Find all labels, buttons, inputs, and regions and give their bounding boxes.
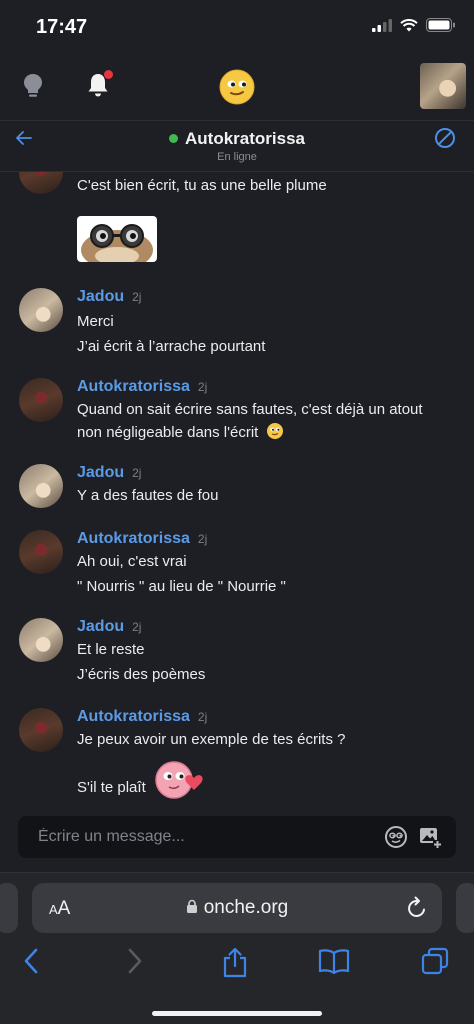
notification-badge xyxy=(104,70,113,79)
signal-icon xyxy=(372,18,392,32)
tabs-icon[interactable] xyxy=(421,947,449,980)
author-name[interactable]: Autokratorissa xyxy=(77,530,190,547)
conversation-name: Autokratorissa xyxy=(185,129,305,148)
next-tab-preview[interactable] xyxy=(456,883,474,933)
forward-icon[interactable] xyxy=(124,947,144,980)
message-author[interactable]: Autokratorissa 2j xyxy=(77,378,207,396)
address-bar[interactable]: AA onche.org xyxy=(32,883,442,933)
message-time: 2j xyxy=(197,532,208,546)
message-text: J’écris des poèmes xyxy=(77,666,206,683)
avatar[interactable] xyxy=(19,618,63,662)
author-name[interactable]: Jadou xyxy=(77,288,124,305)
sticker-glasses-cat xyxy=(77,216,157,262)
message-text: Et le reste xyxy=(77,641,145,658)
avatar xyxy=(19,172,63,194)
message-author[interactable]: Autokratorissa 2j xyxy=(77,708,207,726)
message-time: 2j xyxy=(197,380,208,394)
message-text: Merci xyxy=(77,313,114,330)
smiley-emoji-icon xyxy=(266,423,283,439)
emoji-icon[interactable] xyxy=(384,825,408,854)
message-composer xyxy=(18,816,456,858)
message-time: 2j xyxy=(132,620,142,634)
share-icon[interactable] xyxy=(221,947,249,984)
home-indicator xyxy=(152,1011,322,1016)
back-icon[interactable] xyxy=(22,947,42,980)
sticker-heart-smiley xyxy=(152,758,206,807)
battery-icon xyxy=(426,18,455,32)
reload-icon[interactable] xyxy=(406,896,428,925)
avatar[interactable] xyxy=(19,464,63,508)
conversation-title: Autokratorissa xyxy=(0,129,474,149)
message-author[interactable]: Jadou 2j xyxy=(77,464,141,482)
conversation-header: Autokratorissa En ligne xyxy=(0,120,474,172)
add-image-icon[interactable] xyxy=(418,825,442,854)
bookmarks-icon[interactable] xyxy=(318,947,350,980)
avatar[interactable] xyxy=(19,530,63,574)
message-time: 2j xyxy=(132,466,142,480)
author-name[interactable]: Jadou xyxy=(77,618,124,635)
message-text: C'est bien écrit, tu as une belle plume xyxy=(77,177,327,194)
message-text-part: non négligeable dans l'écrit xyxy=(77,424,259,441)
avatar[interactable] xyxy=(19,288,63,332)
message-list[interactable]: C'est bien écrit, tu as une belle plume xyxy=(0,172,474,812)
message-text: Y a des fautes de fou xyxy=(77,487,219,504)
message-time: 2j xyxy=(197,710,208,724)
message-text: Ah oui, c'est vrai xyxy=(77,553,187,570)
block-icon[interactable] xyxy=(434,127,456,154)
message-author[interactable]: Jadou 2j xyxy=(77,288,141,306)
wifi-icon xyxy=(400,18,418,31)
message-author[interactable]: Jadou 2j xyxy=(77,618,141,636)
author-name[interactable]: Autokratorissa xyxy=(77,708,190,725)
message-text: Quand on sait écrire sans fautes, c'est … xyxy=(77,401,423,418)
message-text: J’ai écrit à l’arrache pourtant xyxy=(77,338,266,355)
profile-avatar[interactable] xyxy=(420,63,466,109)
url-display[interactable]: onche.org xyxy=(32,897,442,919)
author-name[interactable]: Autokratorissa xyxy=(77,378,190,395)
message-text: non négligeable dans l'écrit xyxy=(77,421,284,444)
smiley-logo-icon[interactable] xyxy=(219,69,255,110)
status-time: 17:47 xyxy=(36,16,88,38)
status-icons xyxy=(372,18,456,32)
lock-icon xyxy=(186,899,197,913)
avatar[interactable] xyxy=(19,378,63,422)
message-input[interactable] xyxy=(38,816,368,858)
previous-tab-preview[interactable] xyxy=(0,883,18,933)
app-bar xyxy=(0,56,474,120)
url-text: onche.org xyxy=(203,897,289,918)
message-author[interactable]: Autokratorissa 2j xyxy=(77,530,207,548)
browser-bar: AA onche.org xyxy=(0,872,474,1024)
author-name[interactable]: Jadou xyxy=(77,464,124,481)
browser-toolbar xyxy=(0,947,474,987)
online-indicator xyxy=(169,134,178,143)
message-time: 2j xyxy=(132,290,142,304)
screen: 17:47 Autokratorissa En ligne C'est bien… xyxy=(0,0,474,1024)
conversation-status: En ligne xyxy=(217,151,257,163)
message-text: Je peux avoir un exemple de tes écrits ? xyxy=(77,731,346,748)
status-bar: 17:47 xyxy=(0,0,474,56)
lightbulb-icon[interactable] xyxy=(22,73,44,104)
message-text: " Nourris " au lieu de " Nourrie " xyxy=(77,578,286,595)
avatar[interactable] xyxy=(19,708,63,752)
message-text: S'il te plaît xyxy=(77,779,146,796)
bell-icon[interactable] xyxy=(86,70,113,103)
